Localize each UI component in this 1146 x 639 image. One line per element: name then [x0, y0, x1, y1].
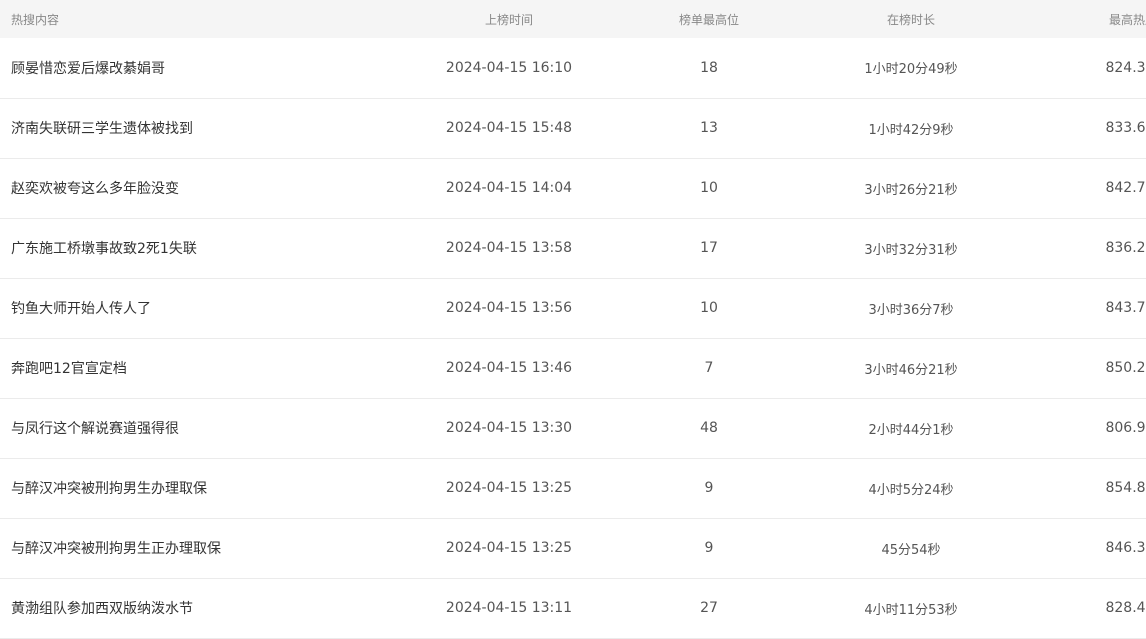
hot-search-title[interactable]: 与醉汉冲突被刑拘男生办理取保 [11, 481, 207, 497]
list-rank: 18 [700, 59, 718, 76]
hot-search-title[interactable]: 钓鱼大师开始人传人了 [11, 301, 151, 317]
hot-search-table: 热搜内容 上榜时间 榜单最高位 在榜时长 最高热度 顾晏惜恋爱后爆改綦娟哥 20… [0, 0, 1146, 639]
list-heat: 833.6w [1105, 120, 1146, 136]
table-row[interactable]: 广东施工桥墩事故致2死1失联 2024-04-15 13:58 17 3小时32… [0, 218, 1146, 278]
list-heat: 850.2w [1105, 360, 1146, 376]
header-rank: 榜单最高位 [678, 12, 739, 27]
header-heat: 最高热度 [1108, 12, 1146, 27]
list-heat: 854.8w [1105, 480, 1146, 496]
table-header: 热搜内容 上榜时间 榜单最高位 在榜时长 最高热度 [0, 0, 1146, 38]
list-duration: 45分54秒 [881, 542, 941, 558]
list-duration: 1小时42分9秒 [868, 122, 954, 138]
list-duration: 3小时36分7秒 [868, 302, 954, 318]
list-duration: 1小时20分49秒 [864, 62, 958, 78]
list-time: 2024-04-15 15:48 [445, 120, 573, 136]
table-row[interactable]: 钓鱼大师开始人传人了 2024-04-15 13:56 10 3小时36分7秒 … [0, 278, 1146, 338]
list-heat: 806.9w [1105, 420, 1146, 436]
hot-search-title[interactable]: 赵奕欢被夸这么多年脸没变 [11, 181, 179, 197]
list-duration: 3小时46分21秒 [864, 362, 958, 378]
header-duration: 在榜时长 [886, 12, 935, 27]
list-time: 2024-04-15 13:58 [445, 240, 573, 256]
list-duration: 4小时11分53秒 [864, 602, 958, 618]
list-rank: 27 [700, 600, 718, 616]
list-heat: 828.4w [1105, 600, 1146, 616]
hot-search-title[interactable]: 广东施工桥墩事故致2死1失联 [11, 241, 197, 257]
list-rank: 48 [700, 420, 718, 436]
list-rank: 9 [704, 540, 714, 556]
list-time: 2024-04-15 13:56 [445, 300, 573, 316]
list-time: 2024-04-15 13:46 [445, 360, 573, 376]
table-row[interactable]: 与醉汉冲突被刑拘男生办理取保 2024-04-15 13:25 9 4小时5分2… [0, 458, 1146, 518]
table-row[interactable]: 与凤行这个解说赛道强得很 2024-04-15 13:30 48 2小时44分1… [0, 398, 1146, 458]
list-time: 2024-04-15 13:11 [445, 600, 573, 616]
list-duration: 3小时26分21秒 [864, 182, 958, 198]
table-row[interactable]: 济南失联研三学生遗体被找到 2024-04-15 15:48 13 1小时42分… [0, 98, 1146, 158]
list-heat: 846.3w [1105, 540, 1146, 556]
list-time: 2024-04-15 13:30 [445, 420, 573, 436]
table-row[interactable]: 与醉汉冲突被刑拘男生正办理取保 2024-04-15 13:25 9 45分54… [0, 518, 1146, 578]
table-row[interactable]: 黄渤组队参加西双版纳泼水节 2024-04-15 13:11 27 4小时11分… [0, 578, 1146, 638]
list-heat: 836.2w [1105, 240, 1146, 256]
list-time: 2024-04-15 13:25 [445, 540, 573, 556]
list-rank: 7 [704, 360, 714, 376]
list-duration: 3小时32分31秒 [864, 242, 958, 258]
list-duration: 2小时44分1秒 [868, 422, 954, 438]
hot-search-title[interactable]: 与凤行这个解说赛道强得很 [11, 421, 179, 437]
hot-search-title[interactable]: 与醉汉冲突被刑拘男生正办理取保 [11, 541, 221, 557]
list-rank: 9 [704, 480, 714, 496]
list-rank: 10 [700, 180, 718, 196]
hot-search-title[interactable]: 奔跑吧12官宣定档 [11, 361, 127, 377]
list-heat: 842.7w [1105, 180, 1146, 196]
list-rank: 13 [700, 120, 718, 136]
hot-search-title[interactable]: 黄渤组队参加西双版纳泼水节 [11, 601, 193, 617]
table-row[interactable]: 奔跑吧12官宣定档 2024-04-15 13:46 7 3小时46分21秒 8… [0, 338, 1146, 398]
header-row: 热搜内容 上榜时间 榜单最高位 在榜时长 最高热度 [0, 0, 1146, 38]
header-title: 热搜内容 [11, 12, 60, 27]
list-time: 2024-04-15 14:04 [445, 180, 573, 196]
list-heat: 843.7w [1105, 300, 1146, 316]
header-time: 上榜时间 [484, 12, 533, 27]
list-rank: 17 [700, 240, 718, 256]
list-time: 2024-04-15 16:10 [445, 59, 573, 76]
table-row[interactable]: 顾晏惜恋爱后爆改綦娟哥 2024-04-15 16:10 18 1小时20分49… [0, 38, 1146, 98]
list-rank: 10 [700, 300, 718, 316]
hot-search-title[interactable]: 顾晏惜恋爱后爆改綦娟哥 [11, 61, 165, 77]
hot-search-title[interactable]: 济南失联研三学生遗体被找到 [11, 121, 193, 137]
list-time: 2024-04-15 13:25 [445, 480, 573, 496]
table-row[interactable]: 赵奕欢被夸这么多年脸没变 2024-04-15 14:04 10 3小时26分2… [0, 158, 1146, 218]
table-body: 顾晏惜恋爱后爆改綦娟哥 2024-04-15 16:10 18 1小时20分49… [0, 38, 1146, 638]
list-heat: 824.3w [1105, 59, 1146, 76]
list-duration: 4小时5分24秒 [868, 482, 954, 498]
